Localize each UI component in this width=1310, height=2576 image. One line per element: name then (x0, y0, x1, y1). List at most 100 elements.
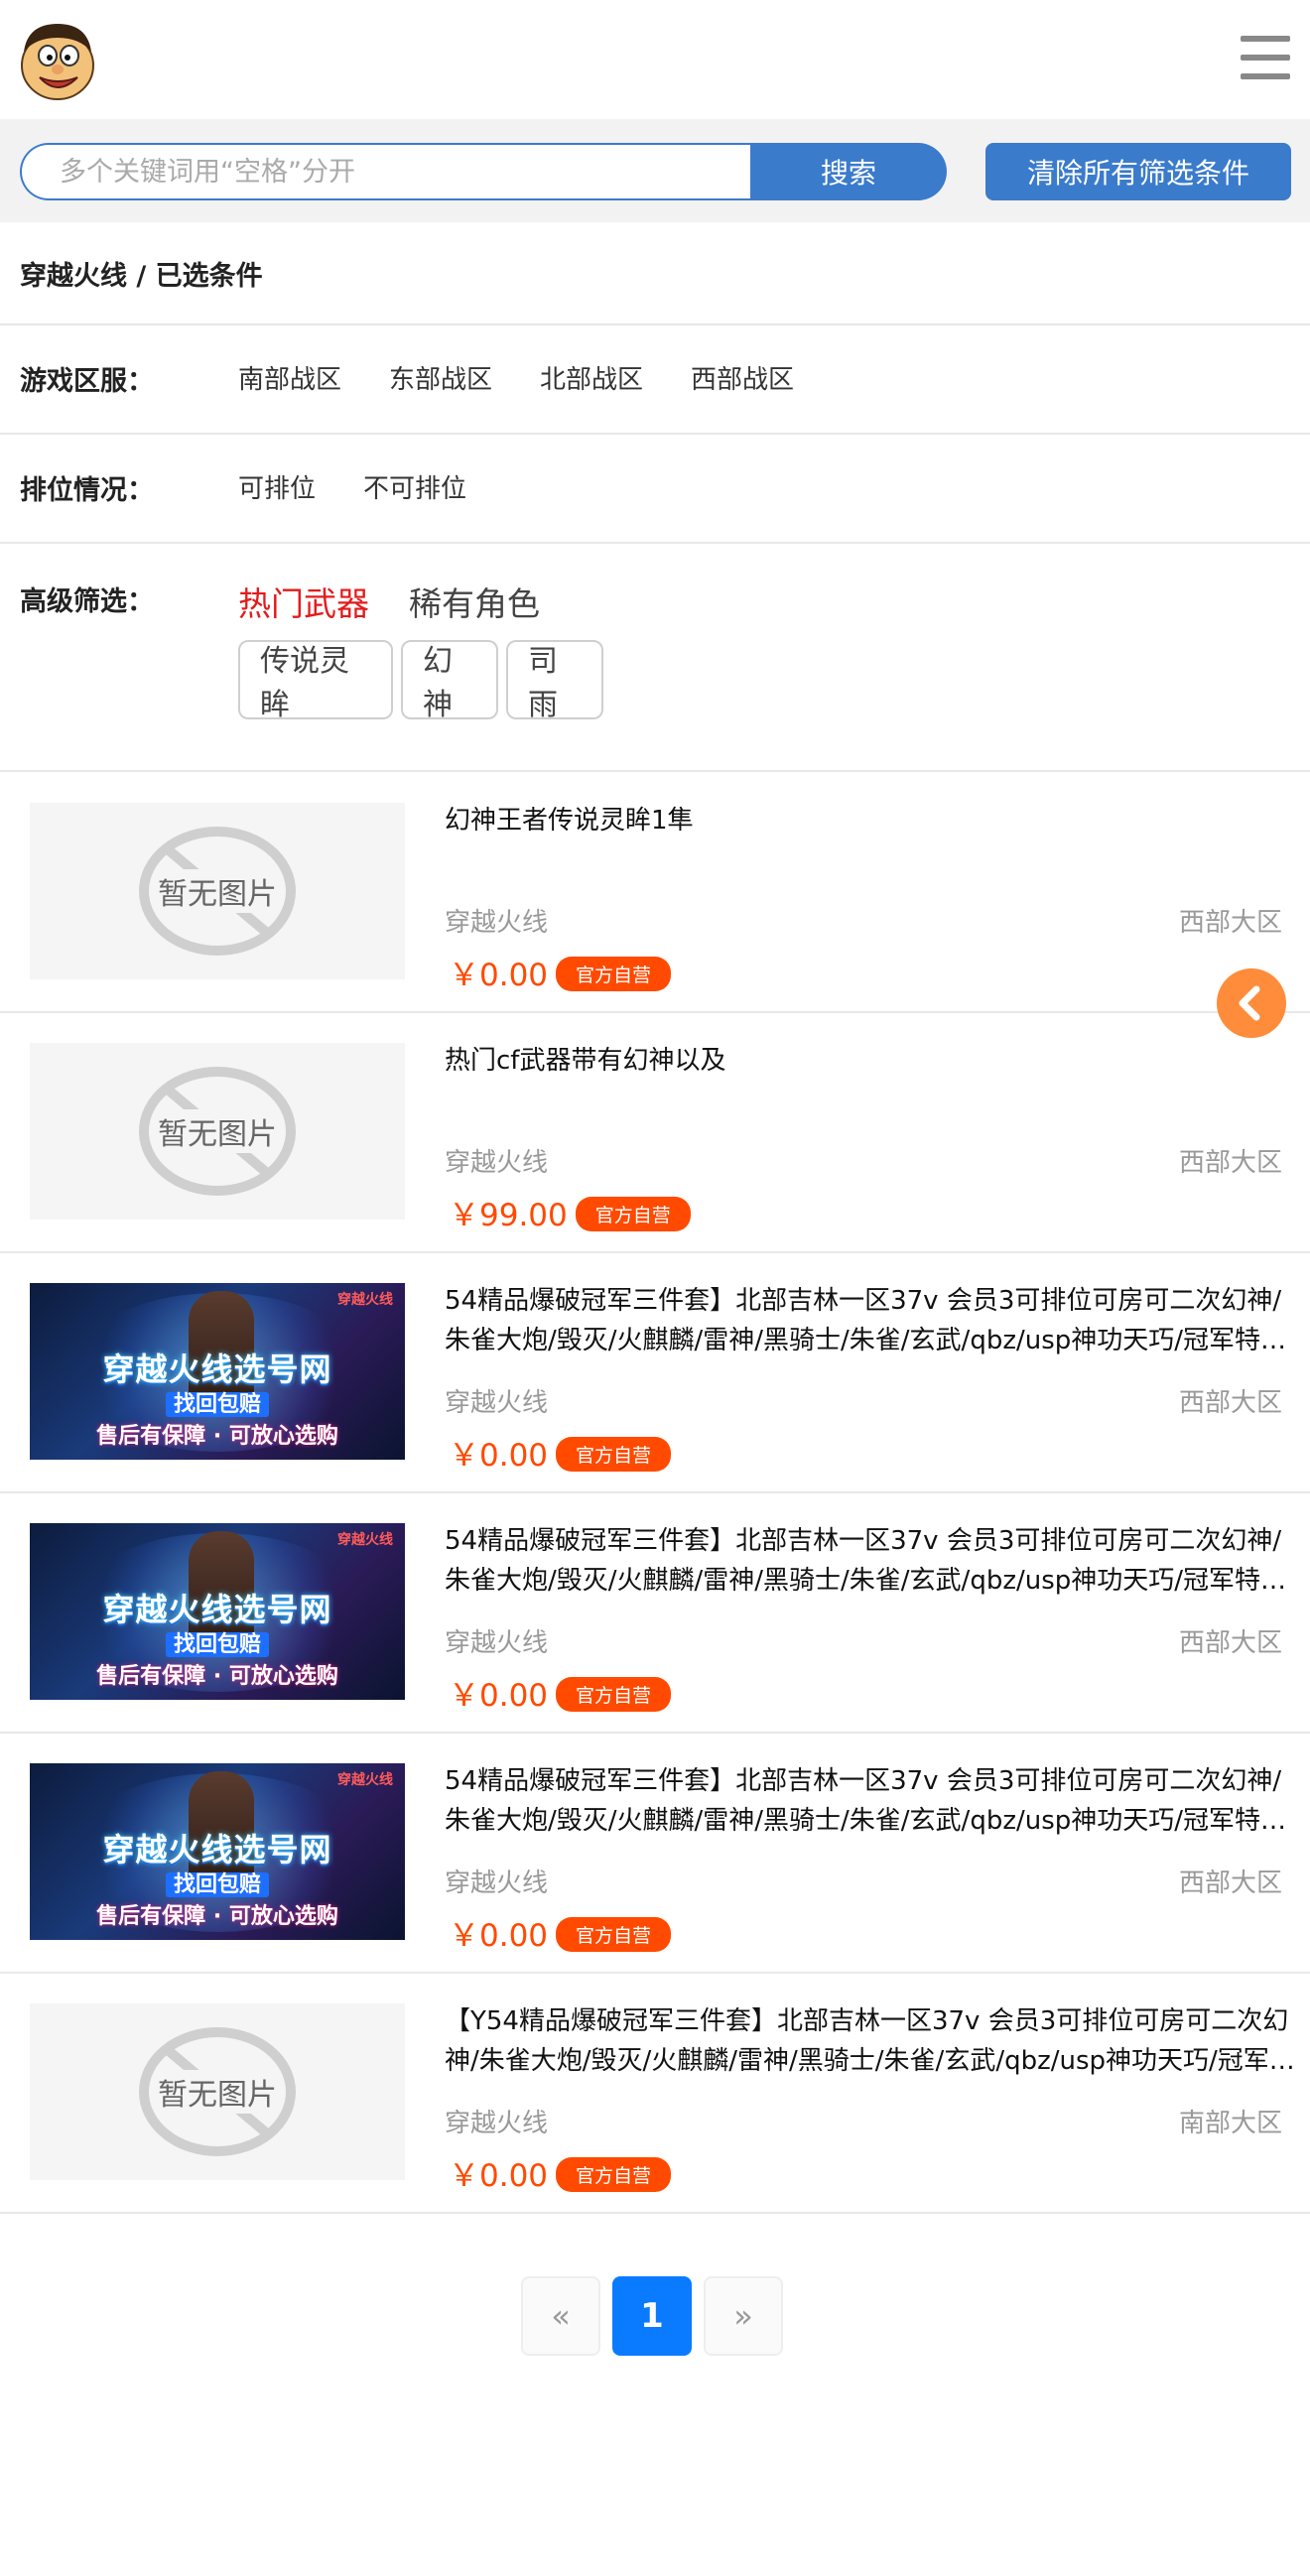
product-price: ￥0.00 官方自营 (449, 1910, 672, 1955)
chip-siyu[interactable]: 司雨 (506, 640, 603, 722)
price-value: ￥0.00 (449, 2158, 549, 2194)
banner-brand: 穿越火线 (337, 1772, 393, 1788)
no-image-placeholder: 暂无图片 (30, 2003, 405, 2180)
no-image-text: 暂无图片 (156, 2070, 279, 2114)
search-input[interactable] (20, 143, 752, 200)
banner-line2: 找回包赔 (30, 1386, 405, 1418)
product-thumbnail[interactable]: 穿越火线穿越火线选号网 找回包赔售后有保障 · 可放心选购 (30, 1523, 405, 1700)
banner-title: 穿越火线选号网 (102, 1831, 332, 1868)
banner-brand: 穿越火线 (337, 1292, 393, 1308)
price-value: ￥0.00 (449, 958, 549, 993)
filter-option-south[interactable]: 南部战区 (238, 359, 341, 396)
product-banner-image: 穿越火线穿越火线选号网 找回包赔售后有保障 · 可放心选购 (30, 1763, 405, 1940)
product-item[interactable]: 穿越火线 穿越火线选号网 找回包赔 售后有保障 · 可放心选购 54精品爆破冠军三件套】… (0, 1732, 1310, 1972)
advanced-tabs: 热门武器 稀有角色 (238, 578, 580, 625)
advanced-chips: 传说灵眸 幻神 司雨 (238, 640, 611, 722)
product-game: 穿越火线 (445, 908, 549, 938)
product-item[interactable]: 暂无图片 热门cf武器带有幻神以及 穿越火线 西部大区 ￥99.00 官方自营 (0, 1011, 1310, 1251)
product-thumbnail[interactable]: 穿越火线 穿越火线选号网 找回包赔 售后有保障 · 可放心选购 (30, 1283, 405, 1460)
search-button[interactable]: 搜索 (750, 143, 947, 200)
product-item[interactable]: 穿越火线 穿越火线选号网 找回包赔 售后有保障 · 可放心选购 54精品爆破冠军三件套】… (0, 1251, 1310, 1491)
pagination: « 1 » (521, 2276, 795, 2356)
chip-huanshen[interactable]: 幻神 (401, 640, 498, 722)
product-title[interactable]: 54精品爆破冠军三件套】北部吉林一区37v 会员3可排位可房可二次幻神/朱雀大炮… (445, 1761, 1304, 1841)
product-price: ￥0.00 官方自营 (449, 950, 672, 994)
official-badge: 官方自营 (556, 1677, 672, 1712)
no-image-text: 暂无图片 (156, 869, 279, 913)
filter-option-not-rankable[interactable]: 不可排位 (363, 468, 466, 505)
product-banner-image: 穿越火线 穿越火线选号网 找回包赔 售后有保障 · 可放心选购 (30, 1283, 405, 1460)
product-region: 西部大区 (1178, 1148, 1282, 1178)
official-badge: 官方自营 (556, 2157, 672, 2192)
product-item[interactable]: 暂无图片 幻神王者传说灵眸1隼穿越火线 西部大区 ￥0.00 官方自营 (0, 771, 1310, 1011)
product-game: 穿越火线 (445, 1868, 549, 1898)
filter-label-region: 游戏区服： (20, 366, 154, 397)
official-badge: 官方自营 (556, 957, 672, 991)
product-game: 穿越火线 (445, 1388, 549, 1418)
hamburger-menu-icon[interactable] (1241, 36, 1292, 79)
product-item[interactable]: 穿越火线 穿越火线选号网 找回包赔 售后有保障 · 可放心选购 54精品爆破冠军三件套】… (0, 1491, 1310, 1732)
chip-legend-lingmou[interactable]: 传说灵眸 (238, 640, 393, 722)
divider (0, 2212, 1310, 2214)
filter-option-north[interactable]: 北部战区 (540, 359, 643, 396)
divider (0, 433, 1310, 435)
filter-option-rankable[interactable]: 可排位 (238, 468, 316, 505)
official-badge: 官方自营 (556, 1437, 672, 1472)
divider (0, 542, 1310, 544)
price-value: ￥99.00 (449, 1198, 568, 1233)
product-banner-image: 穿越火线穿越火线选号网 找回包赔售后有保障 · 可放心选购 (30, 1523, 405, 1700)
chevron-left-icon (1239, 985, 1260, 1021)
product-game: 穿越火线 (445, 1628, 549, 1658)
filter-option-west[interactable]: 西部战区 (691, 359, 794, 396)
product-thumbnail[interactable]: 暂无图片 (30, 2003, 405, 2180)
banner-line3: 售后有保障 · 可放心选购 (96, 1904, 338, 1929)
filter-label-advanced: 高级筛选： (20, 586, 154, 617)
product-price: ￥0.00 官方自营 (449, 1670, 672, 1715)
official-badge: 官方自营 (556, 1917, 672, 1952)
filter-label-ranking: 排位情况： (20, 475, 154, 506)
price-value: ￥0.00 (449, 1918, 549, 1954)
product-region: 西部大区 (1178, 1388, 1282, 1418)
product-game: 穿越火线 (445, 2109, 549, 2138)
banner-title: 穿越火线选号网 (102, 1591, 332, 1628)
filter-option-east[interactable]: 东部战区 (389, 359, 492, 396)
product-thumbnail[interactable]: 穿越火线穿越火线选号网 找回包赔售后有保障 · 可放心选购 (30, 1763, 405, 1940)
banner-line2: 找回包赔 (30, 1867, 405, 1898)
divider (0, 323, 1310, 325)
product-item[interactable]: 暂无图片 【Y54精品爆破冠军三件套】北部吉林一区37v 会员3可排位可房可二次幻… (0, 1972, 1310, 2212)
search-bar: 搜索 清除所有筛选条件 (0, 119, 1310, 222)
product-region: 南部大区 (1178, 2109, 1282, 2138)
product-title[interactable]: 热门cf武器带有幻神以及 (445, 1041, 1304, 1081)
banner-line3: 售后有保障 · 可放心选购 (96, 1664, 338, 1689)
product-price: ￥99.00 官方自营 (449, 1190, 691, 1234)
tab-hot-weapons[interactable]: 热门武器 (238, 578, 369, 625)
product-title[interactable]: 54精品爆破冠军三件套】北部吉林一区37v 会员3可排位可房可二次幻神/朱雀大炮… (445, 1281, 1304, 1360)
page-current-button[interactable]: 1 (612, 2276, 692, 2356)
official-badge: 官方自营 (575, 1197, 691, 1231)
banner-line2: 找回包赔 (30, 1626, 405, 1658)
filter-options-region: 南部战区 东部战区 北部战区 西部战区 (238, 359, 842, 396)
logo-icon[interactable] (18, 18, 97, 101)
float-back-button[interactable] (1217, 968, 1286, 1038)
product-thumbnail[interactable]: 暂无图片 (30, 1043, 405, 1220)
no-image-placeholder: 暂无图片 (30, 1043, 405, 1220)
breadcrumb: 穿越火线 / 已选条件 (20, 261, 263, 292)
product-thumbnail[interactable]: 暂无图片 (30, 803, 405, 979)
banner-brand: 穿越火线 (337, 1532, 393, 1548)
product-title[interactable]: 幻神王者传说灵眸1隼 (445, 801, 1304, 840)
product-title[interactable]: 【Y54精品爆破冠军三件套】北部吉林一区37v 会员3可排位可房可二次幻神/朱雀… (445, 2001, 1304, 2081)
banner-title: 穿越火线选号网 (102, 1351, 332, 1388)
product-region: 西部大区 (1178, 1628, 1282, 1658)
price-value: ￥0.00 (449, 1438, 549, 1474)
product-title[interactable]: 54精品爆破冠军三件套】北部吉林一区37v 会员3可排位可房可二次幻神/朱雀大炮… (445, 1521, 1304, 1601)
no-image-text: 暂无图片 (156, 1109, 279, 1153)
page-next-button[interactable]: » (704, 2276, 783, 2356)
page-prev-button[interactable]: « (521, 2276, 600, 2356)
product-region: 西部大区 (1178, 1868, 1282, 1898)
clear-filters-button[interactable]: 清除所有筛选条件 (985, 143, 1291, 200)
no-image-placeholder: 暂无图片 (30, 803, 405, 979)
product-region: 西部大区 (1178, 908, 1282, 938)
tab-rare-characters[interactable]: 稀有角色 (409, 578, 540, 625)
product-price: ￥0.00 官方自营 (449, 2150, 672, 2195)
filter-options-ranking: 可排位 不可排位 (238, 468, 514, 505)
